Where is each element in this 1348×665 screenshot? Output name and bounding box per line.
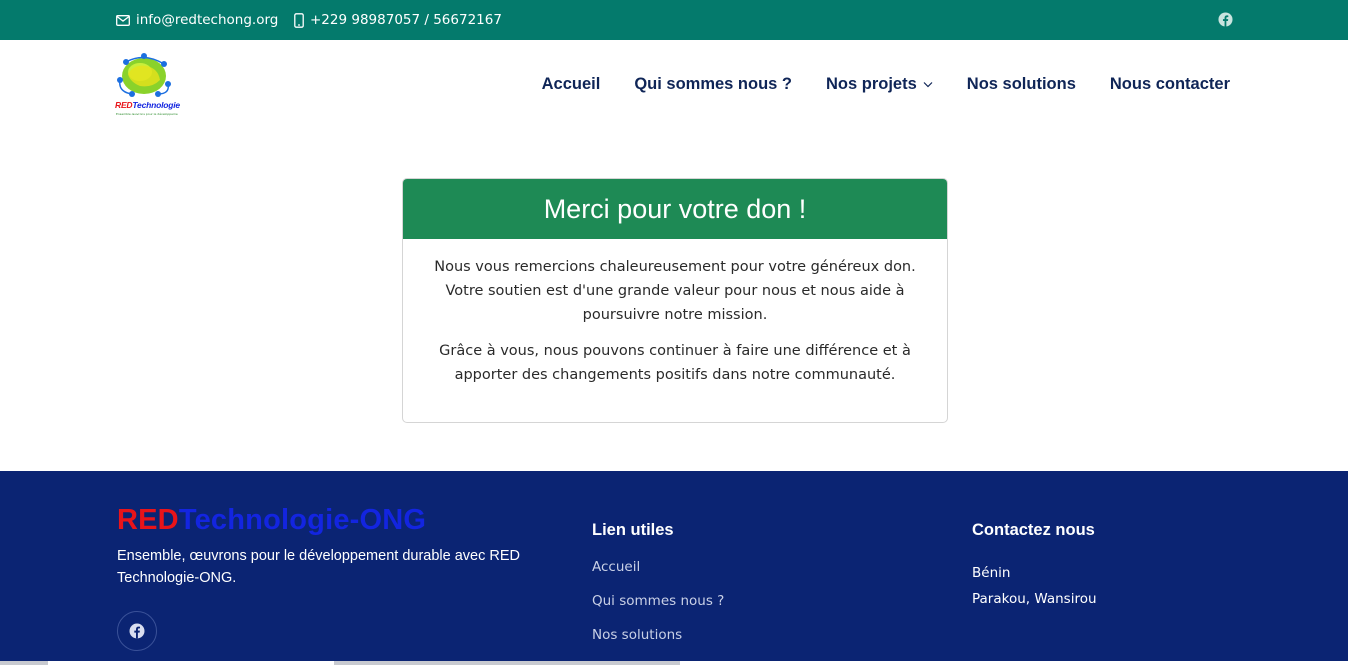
footer-brand: REDTechnologie-ONG: [117, 504, 426, 537]
brand-red: RED: [117, 504, 179, 536]
logo-text: REDTechnologie: [115, 100, 180, 110]
footer-address: Parakou, Wansirou: [972, 591, 1097, 607]
footer-country: Bénin: [972, 565, 1011, 581]
footer-contact-title: Contactez nous: [972, 521, 1095, 539]
logo-subtext: Ensemble œuvrons pour le développement d…: [116, 112, 178, 116]
nav-nos-solutions[interactable]: Nos solutions: [967, 75, 1076, 94]
horizontal-scrollbar[interactable]: [0, 661, 1348, 665]
nav-nos-projets-label: Nos projets: [826, 74, 917, 93]
chevron-down-icon: [923, 81, 933, 87]
scrollbar-thumb[interactable]: [48, 661, 334, 665]
facebook-icon[interactable]: [1218, 12, 1233, 27]
card-paragraph-2: Grâce à vous, nous pouvons continuer à f…: [439, 343, 911, 383]
thank-you-card: Merci pour votre don ! Nous vous remerci…: [402, 178, 948, 423]
footer-link-accueil[interactable]: Accueil: [592, 559, 640, 575]
top-phone[interactable]: +229 98987057 / 56672167: [294, 0, 502, 40]
footer-link-nos-solutions[interactable]: Nos solutions: [592, 627, 682, 643]
site-footer: REDTechnologie-ONG Ensemble, œuvrons pou…: [0, 471, 1348, 665]
brand-blue: Technologie-ONG: [178, 504, 427, 536]
footer-tagline: Ensemble, œuvrons pour le développement …: [117, 548, 520, 586]
facebook-icon: [129, 623, 145, 639]
footer-links-title: Lien utiles: [592, 521, 674, 539]
site-header: REDTechnologie Ensemble œuvrons pour le …: [0, 40, 1348, 135]
main-nav: Accueil Qui sommes nous ? Nos projets No…: [508, 40, 1230, 128]
phone-text: +229 98987057 / 56672167: [310, 12, 502, 28]
logo-text-blue: Technologie: [132, 100, 180, 110]
envelope-icon: [116, 14, 130, 26]
scrollbar-track-light: [680, 661, 1348, 665]
card-title: Merci pour votre don !: [403, 179, 947, 239]
footer-link-qui-sommes-nous[interactable]: Qui sommes nous ?: [592, 593, 724, 609]
nav-qui-sommes-nous[interactable]: Qui sommes nous ?: [634, 75, 792, 94]
footer-facebook-button[interactable]: [117, 611, 157, 651]
phone-icon: [294, 12, 304, 28]
top-bar: info@redtechong.org +229 98987057 / 5667…: [0, 0, 1348, 40]
nav-nos-projets[interactable]: Nos projets: [826, 75, 933, 94]
top-email[interactable]: info@redtechong.org: [116, 0, 278, 40]
site-logo[interactable]: REDTechnologie Ensemble œuvrons pour le …: [114, 52, 180, 122]
card-body: Nous vous remercions chaleureusement pou…: [403, 239, 947, 387]
email-text: info@redtechong.org: [136, 12, 279, 28]
nav-nous-contacter[interactable]: Nous contacter: [1110, 75, 1230, 94]
nav-accueil[interactable]: Accueil: [542, 75, 601, 94]
card-paragraph-1: Nous vous remercions chaleureusement pou…: [434, 259, 916, 323]
